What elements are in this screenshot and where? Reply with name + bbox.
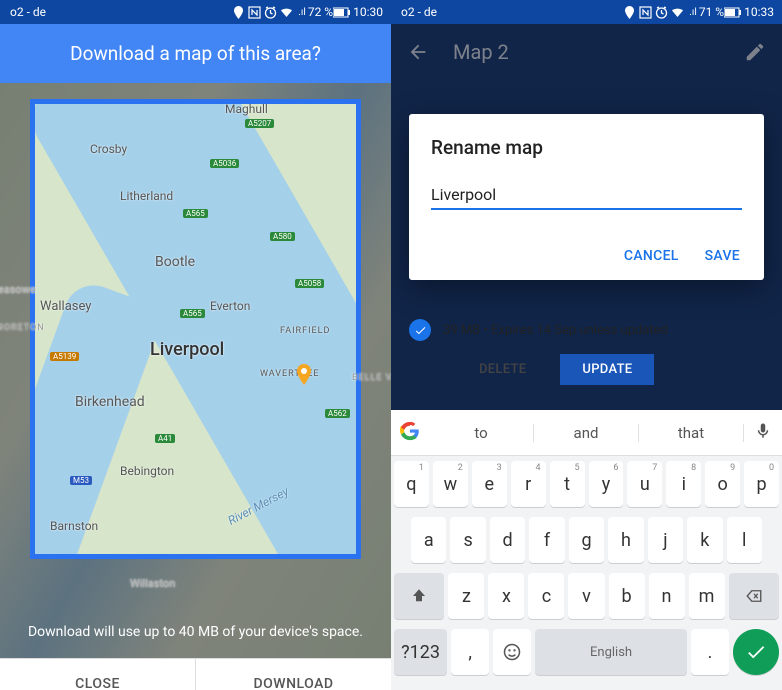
key-period[interactable]: .	[691, 629, 729, 675]
key-symbols[interactable]: ?123	[394, 629, 447, 675]
right-screenshot: o2 - de .ıl 71 % 10:33 Map 2 Rename map …	[391, 0, 782, 690]
keyboard: to and that q1w2e3r4t5y6u7i8o9p0 asdfghj…	[391, 410, 782, 690]
map-info-row: 39 MB • Expires 14 Sep unless updated	[409, 319, 764, 341]
update-button[interactable]: UPDATE	[560, 354, 654, 385]
key-d[interactable]: d	[490, 517, 525, 563]
key-k[interactable]: k	[687, 517, 722, 563]
map-selection-frame[interactable]: Maghull Crosby Litherland Bootle Wallase…	[30, 99, 361, 559]
status-icons: .ıl	[623, 6, 697, 19]
time-label: 10:33	[744, 5, 774, 19]
place-wallasey: Wallasey	[40, 299, 91, 314]
wifi-icon	[671, 6, 684, 19]
place-bootle: Bootle	[155, 254, 195, 270]
signal-label: .ıl	[298, 7, 306, 18]
key-emoji[interactable]	[493, 629, 531, 675]
key-o[interactable]: o9	[705, 461, 740, 507]
key-f[interactable]: f	[529, 517, 564, 563]
save-button[interactable]: SAVE	[705, 248, 740, 264]
rename-input[interactable]	[431, 181, 742, 210]
place-maghull: Maghull	[225, 102, 268, 116]
carrier-label: o2 - de	[10, 5, 46, 19]
key-h[interactable]: h	[608, 517, 643, 563]
suggestion-2[interactable]: and	[534, 424, 639, 442]
key-l[interactable]: l	[727, 517, 762, 563]
close-button[interactable]: CLOSE	[0, 659, 196, 690]
status-bar: o2 - de .ıl 72 % 10:30	[0, 0, 391, 24]
key-x[interactable]: x	[488, 573, 524, 619]
key-y[interactable]: y6	[589, 461, 624, 507]
place-bebington: Bebington	[120, 464, 174, 478]
alarm-icon	[264, 6, 277, 19]
nfc-icon	[639, 6, 652, 19]
key-b[interactable]: b	[609, 573, 645, 619]
key-t[interactable]: t5	[550, 461, 585, 507]
battery-pct: 72 %	[308, 5, 333, 19]
battery-icon	[724, 7, 742, 18]
map-info-text: 39 MB • Expires 14 Sep unless updated	[443, 323, 668, 338]
key-v[interactable]: v	[568, 573, 604, 619]
place-barnston: Barnston	[50, 519, 98, 533]
key-q[interactable]: q1	[394, 461, 429, 507]
location-icon	[623, 6, 636, 19]
key-a[interactable]: a	[411, 517, 446, 563]
suggestion-bar: to and that	[391, 410, 782, 456]
key-c[interactable]: c	[528, 573, 564, 619]
google-icon[interactable]	[391, 421, 429, 445]
key-g[interactable]: g	[569, 517, 604, 563]
download-size-msg: Download will use up to 40 MB of your de…	[20, 624, 371, 640]
place-fairfield: FAIRFIELD	[280, 326, 330, 336]
place-liverpool: Liverpool	[150, 339, 224, 360]
key-w[interactable]: w2	[433, 461, 468, 507]
key-enter[interactable]	[733, 629, 779, 675]
map-pin-icon	[295, 364, 313, 386]
key-e[interactable]: e3	[472, 461, 507, 507]
left-screenshot: o2 - de .ıl 72 % 10:30 Download a map of…	[0, 0, 391, 690]
key-u[interactable]: u7	[627, 461, 662, 507]
place-crosby: Crosby	[90, 142, 127, 156]
bottom-bar: CLOSE DOWNLOAD	[0, 658, 391, 690]
suggestion-3[interactable]: that	[639, 424, 744, 442]
key-comma[interactable]: ,	[451, 629, 489, 675]
alarm-icon	[655, 6, 668, 19]
place-litherland: Litherland	[120, 189, 173, 203]
suggestion-1[interactable]: to	[429, 424, 534, 442]
key-s[interactable]: s	[450, 517, 485, 563]
check-badge-icon	[409, 319, 431, 341]
wifi-icon	[280, 6, 293, 19]
cancel-button[interactable]: CANCEL	[624, 248, 679, 264]
key-shift[interactable]	[394, 573, 444, 619]
status-icons: .ıl	[232, 6, 306, 19]
dialog-title: Rename map	[431, 136, 742, 159]
battery-icon	[333, 7, 351, 18]
place-birkenhead: Birkenhead	[75, 394, 145, 410]
key-space[interactable]: English	[535, 629, 687, 675]
key-p[interactable]: p0	[744, 461, 779, 507]
key-backspace[interactable]	[729, 573, 779, 619]
nfc-icon	[248, 6, 261, 19]
key-i[interactable]: i8	[666, 461, 701, 507]
mic-icon[interactable]	[744, 422, 782, 444]
battery-pct: 71 %	[699, 5, 724, 19]
time-label: 10:30	[353, 5, 383, 19]
place-everton: Everton	[210, 299, 250, 313]
key-z[interactable]: z	[448, 573, 484, 619]
status-bar: o2 - de .ıl 71 % 10:33	[391, 0, 782, 24]
map-overlay: Maghull Crosby Litherland Bootle Wallase…	[0, 83, 391, 658]
location-icon	[232, 6, 245, 19]
delete-button[interactable]: DELETE	[461, 354, 544, 385]
download-header: Download a map of this area?	[0, 24, 391, 83]
key-r[interactable]: r4	[511, 461, 546, 507]
key-j[interactable]: j	[648, 517, 683, 563]
key-m[interactable]: m	[689, 573, 725, 619]
key-n[interactable]: n	[649, 573, 685, 619]
rename-dialog: Rename map CANCEL SAVE	[409, 114, 764, 280]
download-button[interactable]: DOWNLOAD	[196, 659, 391, 690]
carrier-label: o2 - de	[401, 5, 437, 19]
